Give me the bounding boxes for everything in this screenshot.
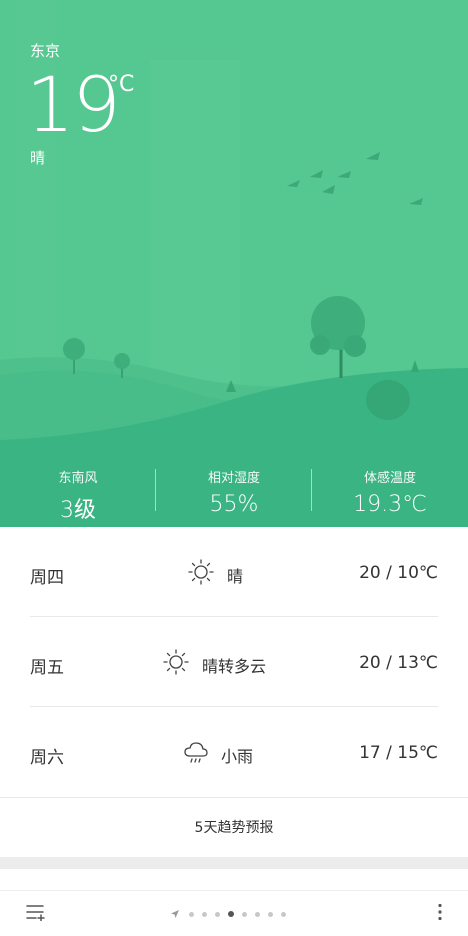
feels-like-stat: 体感温度 19.3℃: [312, 455, 468, 527]
forecast-temp-range: 20 / 10℃: [359, 563, 438, 583]
section-gap: [0, 857, 468, 869]
humidity-stat: 相对湿度 55%: [156, 455, 312, 527]
forecast-temp-range: 20 / 13℃: [359, 653, 438, 673]
forecast-day: 周五: [30, 658, 64, 678]
forecast-condition: 小雨: [221, 747, 254, 766]
sun-icon: [188, 559, 214, 585]
current-condition: 晴: [30, 149, 46, 167]
page-dot: [242, 911, 247, 917]
wind-stat: 东南风 3级: [0, 455, 156, 527]
forecast-day: 周四: [30, 568, 64, 588]
forecast-condition: 晴转多云: [202, 657, 267, 676]
temperature-unit: °C: [108, 72, 135, 97]
five-day-trend-button[interactable]: 5天趋势预报: [0, 797, 468, 858]
forecast-day: 周六: [30, 748, 64, 768]
page-indicator: [170, 909, 294, 919]
bottom-divider: [0, 890, 468, 891]
forecast-row[interactable]: 周六 小雨 17 / 15℃: [0, 707, 468, 796]
cloud-rain-icon: [184, 742, 208, 763]
forecast-temp-range: 17 / 15℃: [359, 743, 438, 763]
page-dot-active: [228, 911, 234, 917]
weather-stats: 东南风 3级 相对湿度 55% 体感温度 19.3℃: [0, 455, 468, 527]
stat-divider: [311, 469, 312, 511]
page-dot: [268, 911, 273, 917]
forecast-row[interactable]: 周四 晴 20 / 10℃: [0, 527, 468, 616]
feels-like-value: 19.3℃: [353, 492, 427, 517]
forecast-condition: 晴: [227, 567, 244, 586]
humidity-label: 相对湿度: [207, 471, 260, 486]
weather-hero: 东京 19 °C 晴 东南风 3级 相对湿度 55% 体感温度 19.3℃: [0, 0, 468, 527]
stat-divider: [155, 469, 156, 511]
city-name: 东京: [30, 42, 61, 60]
manage-cities-icon[interactable]: [26, 903, 46, 921]
humidity-value: 55%: [209, 492, 259, 517]
page-dot: [255, 911, 260, 917]
page-dot: [281, 911, 286, 917]
bottom-bar: [0, 869, 468, 936]
wind-label: 东南风: [58, 471, 98, 486]
daily-forecast-card: 周四 晴 20 / 10℃ 周五 晴转多云 20 / 13℃ 周六 小雨 17 …: [0, 527, 468, 857]
sun-icon: [163, 649, 189, 675]
page-dot: [215, 911, 220, 917]
feels-like-label: 体感温度: [363, 471, 416, 486]
page-dot: [189, 911, 194, 917]
more-options-icon[interactable]: [437, 903, 443, 921]
page-dot: [202, 911, 207, 917]
current-temperature: 19: [26, 60, 121, 149]
location-arrow-icon: [171, 910, 179, 918]
wind-value: 3级: [60, 498, 96, 523]
forecast-row[interactable]: 周五 晴转多云 20 / 13℃: [0, 617, 468, 706]
